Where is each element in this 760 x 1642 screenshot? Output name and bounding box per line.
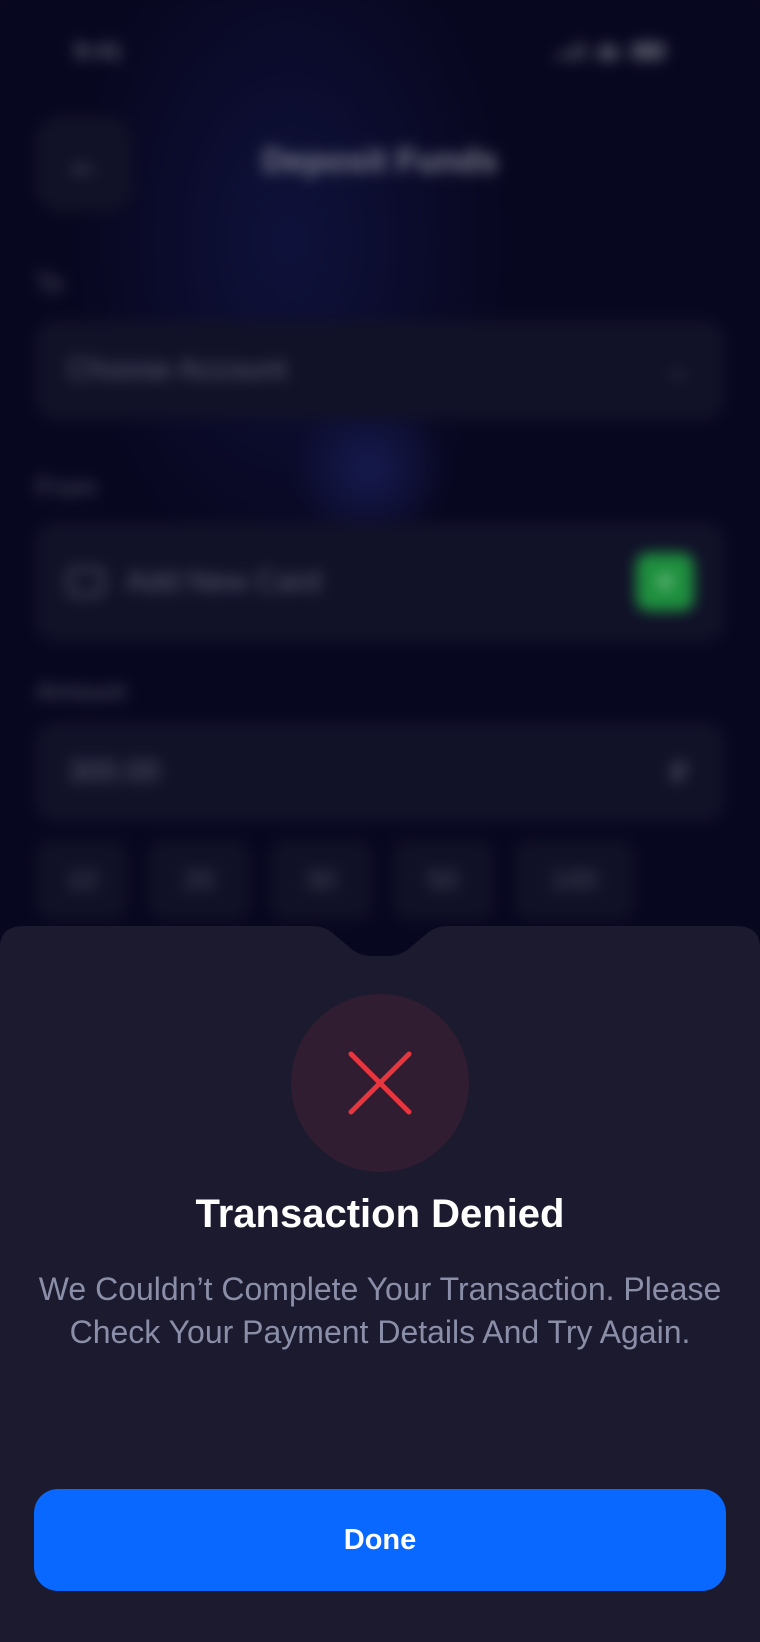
card-icon [68,568,104,596]
wifi-icon [597,44,619,60]
quick-amount-chip[interactable]: 10 [36,840,128,920]
from-label: From [36,472,97,502]
amount-value: 300.00 [68,755,160,788]
screen: 9:41 ← Deposit Funds To Choose Account ⌄… [0,0,760,1642]
chevron-down-icon: ⌄ [667,356,688,384]
currency-symbol: ₽ [670,756,688,788]
quick-amount-chip[interactable]: 30 [270,840,372,920]
close-icon [348,1051,412,1115]
amount-input[interactable]: 300.00 ₽ [36,722,724,822]
account-select[interactable]: Choose Account ⌄ [36,320,724,420]
account-select-value: Choose Account [68,353,287,386]
to-label: To [36,268,64,298]
transaction-denied-sheet: Transaction Denied We Couldn’t Complete … [0,922,760,1642]
signal-icon [556,42,585,60]
error-badge [291,994,469,1172]
quick-amount-chip[interactable]: 50 [392,840,494,920]
add-card-field[interactable]: Add New Card + [36,522,724,642]
add-card-label: Add New Card [126,565,322,598]
dialog-message: We Couldn’t Complete Your Transaction. P… [38,1271,722,1350]
dialog-title: Transaction Denied [195,1192,565,1236]
quick-amount-chip[interactable]: 100 [514,840,634,920]
quick-amount-chip[interactable]: 20 [148,840,250,920]
done-button[interactable]: Done [34,1489,726,1591]
add-card-button[interactable]: + [636,553,694,611]
status-icons [556,42,665,60]
battery-icon [631,42,665,60]
plus-icon: + [655,562,675,601]
amount-label: Amount [36,676,126,706]
background-page: 9:41 ← Deposit Funds To Choose Account ⌄… [0,0,760,990]
page-title: Deposit Funds [261,142,499,180]
quick-amounts: 10 20 30 50 100 [36,840,634,920]
status-time: 9:41 [74,38,123,65]
